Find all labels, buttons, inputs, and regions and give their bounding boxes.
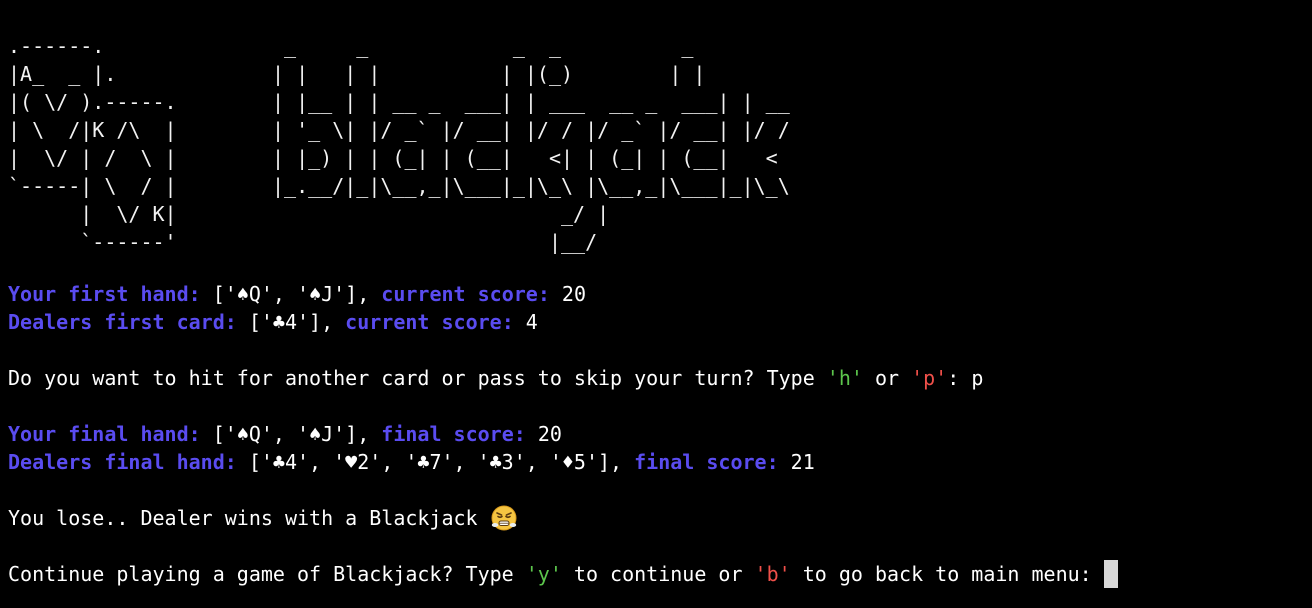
terminal-window: .------. |A_ _ |. |( \/ ).-----. | \ /|K… — [0, 0, 1312, 608]
continue-option: 'y' — [525, 562, 562, 586]
hit-or-pass-prompt: Do you want to hit for another card or p… — [8, 364, 983, 392]
player-final-hand-cards: ['♠Q', '♠J'], — [200, 422, 382, 446]
result-text: You lose.. Dealer wins with a Blackjack — [8, 506, 490, 530]
player-first-score: 20 — [549, 282, 586, 306]
dealer-final-score-label: final score: — [634, 450, 779, 474]
hit-prompt-suffix: : — [947, 366, 972, 390]
angry-face-steam-emoji-icon — [490, 504, 518, 532]
dealer-first-card-label: Dealers first card: — [8, 310, 237, 334]
player-final-hand-label: Your final hand: — [8, 422, 201, 446]
pass-option: 'p' — [911, 366, 948, 390]
hit-prompt-text: Do you want to hit for another card or p… — [8, 366, 827, 390]
dealer-first-score: 4 — [513, 310, 538, 334]
hit-prompt-input: p — [971, 366, 984, 390]
dealer-first-score-label: current score: — [345, 310, 514, 334]
player-final-score: 20 — [525, 422, 562, 446]
dealer-final-hand-cards: ['♣4', '♥2', '♣7', '♣3', '♦5'], — [236, 450, 635, 474]
continue-prompt-suffix: to go back to main menu: — [790, 562, 1104, 586]
dealer-first-card-cards: ['♣4'], — [236, 310, 346, 334]
ascii-card-art: .------. |A_ _ |. |( \/ ).-----. | \ /|K… — [8, 34, 177, 254]
continue-prompt: Continue playing a game of Blackjack? Ty… — [8, 560, 1118, 588]
player-first-score-label: current score: — [381, 282, 550, 306]
player-final-score-label: final score: — [381, 422, 526, 446]
player-first-hand-line: Your first hand: ['♠Q', '♠J'], current s… — [8, 280, 586, 308]
dealer-final-score: 21 — [778, 450, 815, 474]
back-option: 'b' — [754, 562, 791, 586]
result-line: You lose.. Dealer wins with a Blackjack — [8, 504, 518, 532]
dealer-first-card-line: Dealers first card: ['♣4'], current scor… — [8, 308, 538, 336]
continue-prompt-text: Continue playing a game of Blackjack? Ty… — [8, 562, 526, 586]
hit-prompt-or: or — [862, 366, 912, 390]
continue-prompt-middle: to continue or — [561, 562, 755, 586]
ascii-blackjack-title: _ _ _ _ _ | | | | | |(_) | | | |__ | | _… — [272, 34, 790, 254]
dealer-final-hand-label: Dealers final hand: — [8, 450, 237, 474]
dealer-final-hand-line: Dealers final hand: ['♣4', '♥2', '♣7', '… — [8, 448, 815, 476]
player-first-hand-cards: ['♠Q', '♠J'], — [200, 282, 382, 306]
player-final-hand-line: Your final hand: ['♠Q', '♠J'], final sco… — [8, 420, 562, 448]
input-cursor[interactable] — [1103, 560, 1118, 588]
player-first-hand-label: Your first hand: — [8, 282, 201, 306]
hit-option: 'h' — [826, 366, 863, 390]
